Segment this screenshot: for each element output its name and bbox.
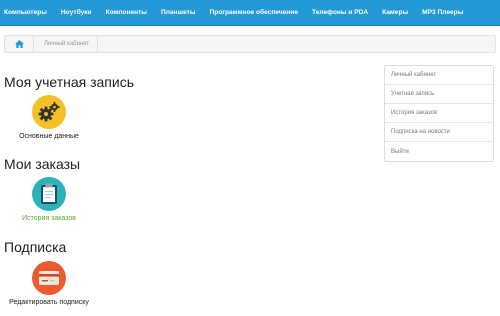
account-sidebar: Личный кабинет Учетная запись История за… — [384, 65, 494, 162]
breadcrumb: Личный кабинет — [4, 35, 496, 53]
nav-item-tablets[interactable]: Планшеты — [154, 9, 203, 16]
sidebar-item-account-cabinet[interactable]: Личный кабинет — [385, 66, 493, 85]
gears-icon — [32, 95, 66, 129]
nav-item-components[interactable]: Компоненты — [99, 9, 154, 16]
order-history-label: История заказов — [22, 215, 76, 222]
orders-section-title: Мои заказы — [4, 156, 81, 172]
basic-data-tile[interactable]: Основные данные — [9, 95, 89, 141]
clipboard-icon — [32, 177, 66, 211]
breadcrumb-home[interactable] — [5, 36, 34, 52]
sidebar-item-account-record[interactable]: Учетная запись — [385, 85, 493, 104]
sidebar-item-newsletter[interactable]: Подписка на новости — [385, 123, 493, 142]
home-icon — [14, 40, 24, 48]
account-section-title: Моя учетная запись — [4, 74, 134, 90]
edit-subscription-label: Редактировать подписку — [9, 299, 89, 306]
order-history-tile[interactable]: История заказов — [9, 177, 89, 223]
basic-data-label: Основные данные — [19, 133, 79, 140]
breadcrumb-current[interactable]: Личный кабинет — [34, 36, 99, 52]
nav-item-laptops[interactable]: Ноутбуки — [54, 9, 99, 16]
card-icon — [32, 261, 66, 295]
nav-item-software[interactable]: Программное обеспечение — [202, 9, 305, 16]
nav-item-cameras[interactable]: Камеры — [375, 9, 415, 16]
nav-item-phones[interactable]: Телефоны и PDA — [305, 9, 375, 16]
sidebar-item-logout[interactable]: Выйти — [385, 142, 493, 161]
nav-item-mp3[interactable]: MP3 Плееры — [415, 9, 470, 16]
sidebar-item-order-history[interactable]: История заказов — [385, 104, 493, 123]
edit-subscription-tile[interactable]: Редактировать подписку — [9, 261, 89, 307]
subscription-section-title: Подписка — [4, 239, 67, 255]
nav-item-computers[interactable]: Компьютеры — [0, 9, 54, 16]
top-navigation: Компьютеры Ноутбуки Компоненты Планшеты … — [0, 0, 500, 26]
